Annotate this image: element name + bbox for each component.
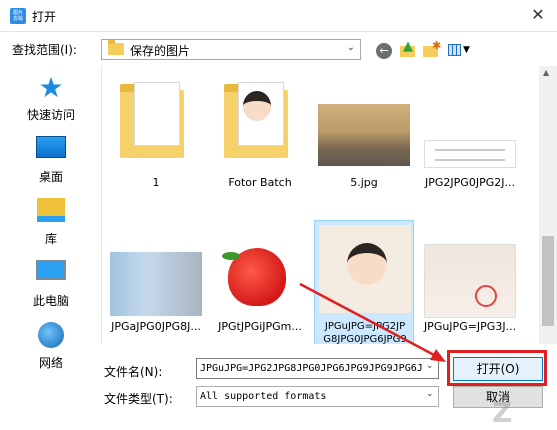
image-thumbnail	[424, 244, 516, 318]
file-name-line2: G8JPG0JPG6JPG9	[323, 334, 407, 344]
computer-icon	[36, 260, 66, 280]
place-this-pc[interactable]: 此电脑	[8, 254, 94, 314]
vertical-scrollbar[interactable]: ▲	[539, 66, 557, 344]
watermark: Z	[492, 396, 513, 429]
place-library[interactable]: 库	[8, 192, 94, 252]
desktop-icon	[36, 136, 66, 158]
place-label: 网络	[38, 356, 63, 370]
view-grid-icon	[448, 44, 461, 56]
folder-thumbnail	[214, 76, 306, 158]
file-name: JPGaJPG0JPG8J...	[111, 320, 201, 333]
file-item[interactable]: JPGtJPGiJPGm...	[210, 216, 310, 333]
up-folder-button[interactable]: ▲	[398, 40, 418, 60]
close-icon[interactable]: ✕	[519, 0, 557, 31]
file-name: 5.jpg	[350, 176, 378, 189]
star-icon: ★	[38, 71, 64, 104]
document-thumbnail	[424, 140, 516, 168]
back-arrow-icon: ←	[376, 43, 392, 59]
place-desktop[interactable]: 桌面	[8, 130, 94, 190]
file-name: 1	[152, 176, 160, 189]
sparkle-icon: ✱	[432, 39, 442, 52]
filename-input[interactable]: JPGuJPG=JPG2JPG8JPG0JPG6JPG9JPG9JPG6J	[196, 358, 439, 379]
title-bar: 图片 去除 打开 ✕	[0, 0, 557, 32]
file-list[interactable]: 1 Fotor Batch 5.jpg JPG2JPG0JPG2J... JPG…	[101, 66, 545, 344]
folder-thumbnail	[110, 76, 202, 158]
place-label: 此电脑	[32, 294, 69, 308]
file-name: Fotor Batch	[228, 176, 292, 189]
place-label: 库	[44, 232, 57, 246]
scroll-thumb[interactable]	[542, 236, 554, 326]
filetype-select[interactable]: All supported formats	[196, 386, 439, 407]
file-item[interactable]: JPGuJPG=JPG3J...	[420, 216, 520, 333]
file-item[interactable]: Fotor Batch	[210, 70, 310, 189]
back-button[interactable]: ←	[374, 40, 394, 60]
file-item[interactable]: JPG2JPG0JPG2J...	[420, 70, 520, 189]
lookin-label: 查找范围(I):	[12, 43, 77, 57]
library-icon	[37, 198, 65, 222]
file-name: JPGuJPG=JPG2JP	[324, 321, 406, 332]
lookin-value: 保存的图片	[130, 44, 191, 58]
file-item[interactable]: 5.jpg	[314, 70, 414, 189]
view-menu-button[interactable]: ▼	[446, 40, 472, 60]
up-arrow-icon: ▲	[403, 39, 413, 54]
file-name: JPGuJPG=JPG3J...	[423, 320, 517, 333]
image-thumbnail	[110, 252, 202, 316]
place-quick-access[interactable]: ★ 快速访问	[8, 68, 94, 128]
lookin-dropdown[interactable]: 保存的图片 ⌄	[101, 39, 361, 60]
image-thumbnail	[318, 104, 410, 166]
chevron-down-icon[interactable]: ⌄	[426, 361, 434, 371]
app-icon: 图片 去除	[10, 8, 26, 24]
new-folder-button[interactable]: ✱	[421, 40, 441, 60]
scroll-up-icon[interactable]: ▲	[543, 68, 549, 77]
highlight-box	[447, 350, 547, 386]
file-item[interactable]: JPGaJPG0JPG8J...	[106, 216, 206, 333]
folder-icon	[108, 40, 124, 55]
place-network[interactable]: 网络	[8, 316, 94, 376]
file-item-selected[interactable]: JPGuJPG=JPG2JP G8JPG0JPG6JPG9	[314, 220, 414, 344]
places-bar: ★ 快速访问 桌面 库 此电脑 网络	[8, 66, 94, 382]
network-icon	[38, 322, 64, 348]
image-thumbnail	[214, 238, 306, 316]
image-thumbnail	[319, 225, 411, 313]
file-name: JPG2JPG0JPG2J...	[425, 176, 515, 189]
place-label: 快速访问	[26, 108, 75, 122]
place-label: 桌面	[38, 170, 63, 184]
filename-label: 文件名(N):	[104, 365, 163, 379]
filetype-label: 文件类型(T):	[104, 392, 173, 406]
window-title: 打开	[32, 10, 57, 24]
chevron-down-icon[interactable]: ⌄	[426, 389, 434, 399]
file-name: JPGtJPGiJPGm...	[218, 320, 302, 333]
dropdown-arrow-icon: ▼	[463, 45, 470, 55]
file-item[interactable]: 1	[106, 70, 206, 189]
chevron-down-icon: ⌄	[346, 42, 355, 53]
